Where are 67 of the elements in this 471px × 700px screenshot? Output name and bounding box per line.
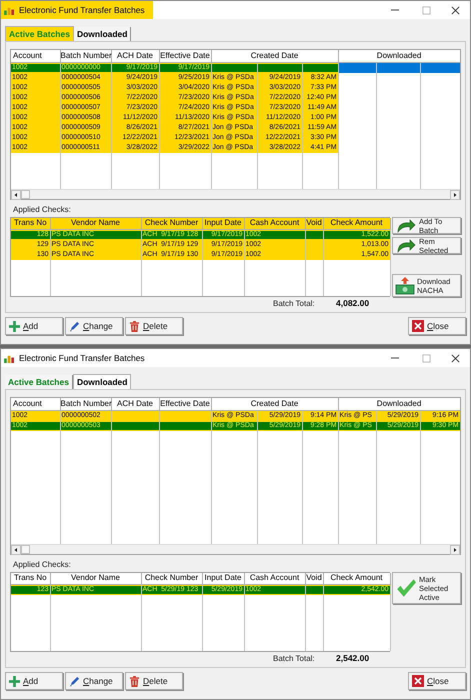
column-header[interactable]: Account (11, 398, 60, 410)
total-label: Batch Total: (273, 298, 316, 310)
action-button[interactable]: Close (408, 317, 466, 335)
chart-icon (4, 6, 15, 14)
column-header[interactable]: Check Number (141, 573, 202, 584)
column-header[interactable]: Input Date (202, 218, 244, 229)
column-header[interactable]: Downloaded (338, 398, 460, 410)
tab[interactable]: Downloaded (74, 27, 132, 41)
section-label: Applied Checks: (12, 205, 72, 215)
section-label: Applied Checks: (12, 560, 72, 570)
curved-arrow-icon (395, 238, 417, 252)
window-title: Electronic Fund Transfer Batches (19, 352, 145, 364)
tab[interactable]: Active Batches (5, 375, 73, 389)
column-header[interactable]: Vendor Name (50, 218, 141, 229)
action-button[interactable]: Change (65, 672, 123, 690)
close-icon (451, 6, 460, 14)
column-header[interactable]: Cash Account (244, 573, 305, 584)
action-button[interactable]: Close (408, 672, 466, 690)
column-header[interactable]: Vendor Name (50, 573, 141, 584)
money-arrow-icon (395, 276, 415, 296)
horizontal-scrollbar[interactable] (11, 189, 460, 199)
column-header[interactable]: Input Date (202, 573, 244, 584)
column-header[interactable]: Created Date (211, 50, 338, 62)
column-header[interactable]: ACH Date (111, 50, 159, 62)
column-header[interactable]: Check Amount (323, 573, 390, 584)
column-header[interactable]: Trans No (11, 218, 50, 229)
chart-icon (4, 354, 15, 362)
close-icon (451, 354, 460, 362)
pencil-icon (69, 320, 80, 332)
total-label: Batch Total: (273, 652, 316, 664)
column-header[interactable]: Batch Number (60, 398, 111, 410)
column-header[interactable]: Cash Account (244, 218, 305, 229)
trash-icon (129, 676, 140, 686)
trash-icon (129, 320, 140, 332)
column-header[interactable]: ACH Date (111, 398, 159, 410)
column-header[interactable]: Created Date (211, 398, 338, 410)
action-button[interactable]: Add (5, 672, 63, 690)
curved-arrow-icon (395, 218, 417, 232)
column-header[interactable]: Account (11, 50, 60, 62)
column-header[interactable]: Check Number (141, 218, 202, 229)
close-icon (412, 320, 424, 332)
maximize-icon (422, 354, 431, 362)
close-icon (412, 675, 424, 687)
action-button[interactable]: Change (65, 317, 123, 335)
total-value: 4,082.00 (336, 297, 370, 310)
column-header[interactable]: Downloaded (338, 50, 460, 62)
plus-icon (9, 676, 20, 686)
column-header[interactable]: Effective Date (159, 50, 211, 62)
column-header[interactable]: Void (305, 218, 323, 229)
checkmark-icon (395, 577, 417, 599)
action-button[interactable]: Add (5, 317, 63, 335)
action-button[interactable]: Delete (125, 672, 183, 690)
tab[interactable]: Downloaded (72, 374, 132, 389)
column-header[interactable]: Batch Number (60, 50, 111, 62)
column-header[interactable]: Check Amount (323, 218, 390, 229)
scrollbar-thumb[interactable] (21, 190, 30, 199)
scrollbar-thumb[interactable] (21, 545, 30, 554)
maximize-icon (422, 6, 431, 14)
column-header[interactable]: Void (305, 573, 323, 584)
total-value: 2,542.00 (336, 652, 370, 665)
action-button[interactable]: Delete (125, 317, 183, 335)
column-header[interactable]: Trans No (11, 573, 50, 584)
window-title: Electronic Fund Transfer Batches (19, 4, 145, 16)
plus-icon (9, 320, 20, 332)
pencil-icon (69, 676, 80, 686)
horizontal-scrollbar[interactable] (11, 544, 460, 554)
column-header[interactable]: Effective Date (159, 398, 211, 410)
